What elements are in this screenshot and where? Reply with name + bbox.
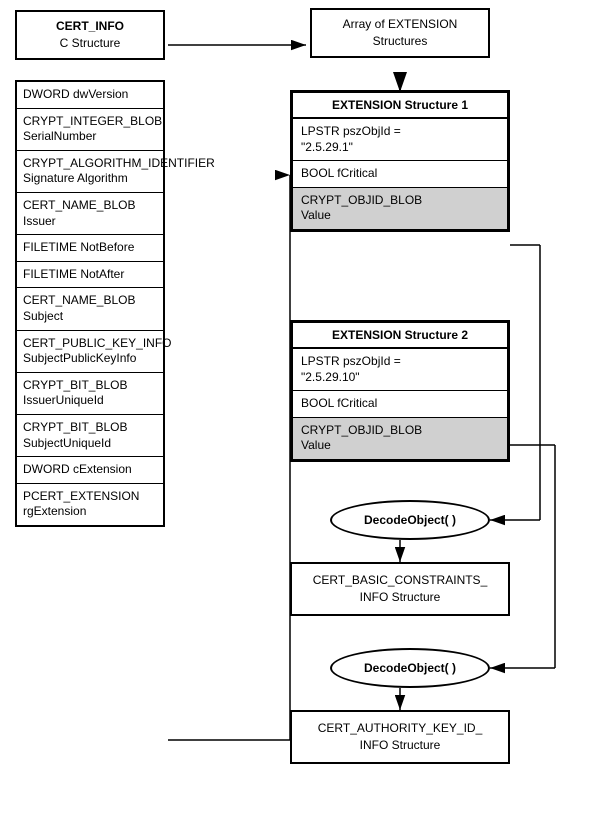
decode1-label: DecodeObject( ) bbox=[364, 513, 456, 527]
cert-basic-line2: INFO Structure bbox=[296, 589, 504, 606]
decode2-label: DecodeObject( ) bbox=[364, 661, 456, 675]
ext1-field3: CRYPT_OBJID_BLOBValue bbox=[293, 188, 507, 229]
decode-oval-2: DecodeObject( ) bbox=[330, 648, 490, 688]
ext2-field1: LPSTR pszObjId ="2.5.29.10" bbox=[293, 349, 507, 391]
cert-info-title: CERT_INFO bbox=[21, 18, 159, 35]
field-crypt-algorithm: CRYPT_ALGORITHM_IDENTIFIERSignature Algo… bbox=[17, 151, 163, 193]
ext1-outer: EXTENSION Structure 1 LPSTR pszObjId ="2… bbox=[290, 90, 510, 232]
ext2-field2: BOOL fCritical bbox=[293, 391, 507, 418]
field-pcert-extension: PCERT_EXTENSION rgExtension bbox=[17, 484, 163, 525]
cert-basic-line1: CERT_BASIC_CONSTRAINTS_ bbox=[296, 572, 504, 589]
ext2-outer: EXTENSION Structure 2 LPSTR pszObjId ="2… bbox=[290, 320, 510, 462]
field-dword-dwversion: DWORD dwVersion bbox=[17, 82, 163, 109]
field-filetime-notafter: FILETIME NotAfter bbox=[17, 262, 163, 289]
field-crypt-integer-blob: CRYPT_INTEGER_BLOBSerialNumber bbox=[17, 109, 163, 151]
cert-basic-box: CERT_BASIC_CONSTRAINTS_ INFO Structure bbox=[290, 562, 510, 616]
cert-info-subtitle: C Structure bbox=[21, 35, 159, 52]
field-cert-public-key: CERT_PUBLIC_KEY_INFOSubjectPublicKeyInfo bbox=[17, 331, 163, 373]
ext1-field1: LPSTR pszObjId ="2.5.29.1" bbox=[293, 119, 507, 161]
left-fields: DWORD dwVersion CRYPT_INTEGER_BLOBSerial… bbox=[15, 80, 165, 527]
field-cert-name-issuer: CERT_NAME_BLOB Issuer bbox=[17, 193, 163, 235]
ext2-header: EXTENSION Structure 2 bbox=[293, 323, 507, 349]
field-filetime-notbefore: FILETIME NotBefore bbox=[17, 235, 163, 262]
ext1-header: EXTENSION Structure 1 bbox=[293, 93, 507, 119]
cert-auth-box: CERT_AUTHORITY_KEY_ID_ INFO Structure bbox=[290, 710, 510, 764]
cert-info-box: CERT_INFO C Structure bbox=[15, 10, 165, 60]
decode-oval-1: DecodeObject( ) bbox=[330, 500, 490, 540]
cert-auth-line2: INFO Structure bbox=[296, 737, 504, 754]
ext2-field3: CRYPT_OBJID_BLOBValue bbox=[293, 418, 507, 459]
array-ext-line2: Structures bbox=[316, 33, 484, 50]
array-ext-line1: Array of EXTENSION bbox=[316, 16, 484, 33]
field-cert-name-subject: CERT_NAME_BLOB Subject bbox=[17, 288, 163, 330]
field-crypt-bit-subject: CRYPT_BIT_BLOBSubjectUniqueId bbox=[17, 415, 163, 457]
field-dword-cextension: DWORD cExtension bbox=[17, 457, 163, 484]
cert-auth-line1: CERT_AUTHORITY_KEY_ID_ bbox=[296, 720, 504, 737]
diagram-container: CERT_INFO C Structure Array of EXTENSION… bbox=[0, 0, 615, 817]
array-ext-box: Array of EXTENSION Structures bbox=[310, 8, 490, 58]
ext1-field2: BOOL fCritical bbox=[293, 161, 507, 188]
field-crypt-bit-issuer: CRYPT_BIT_BLOB IssuerUniqueId bbox=[17, 373, 163, 415]
